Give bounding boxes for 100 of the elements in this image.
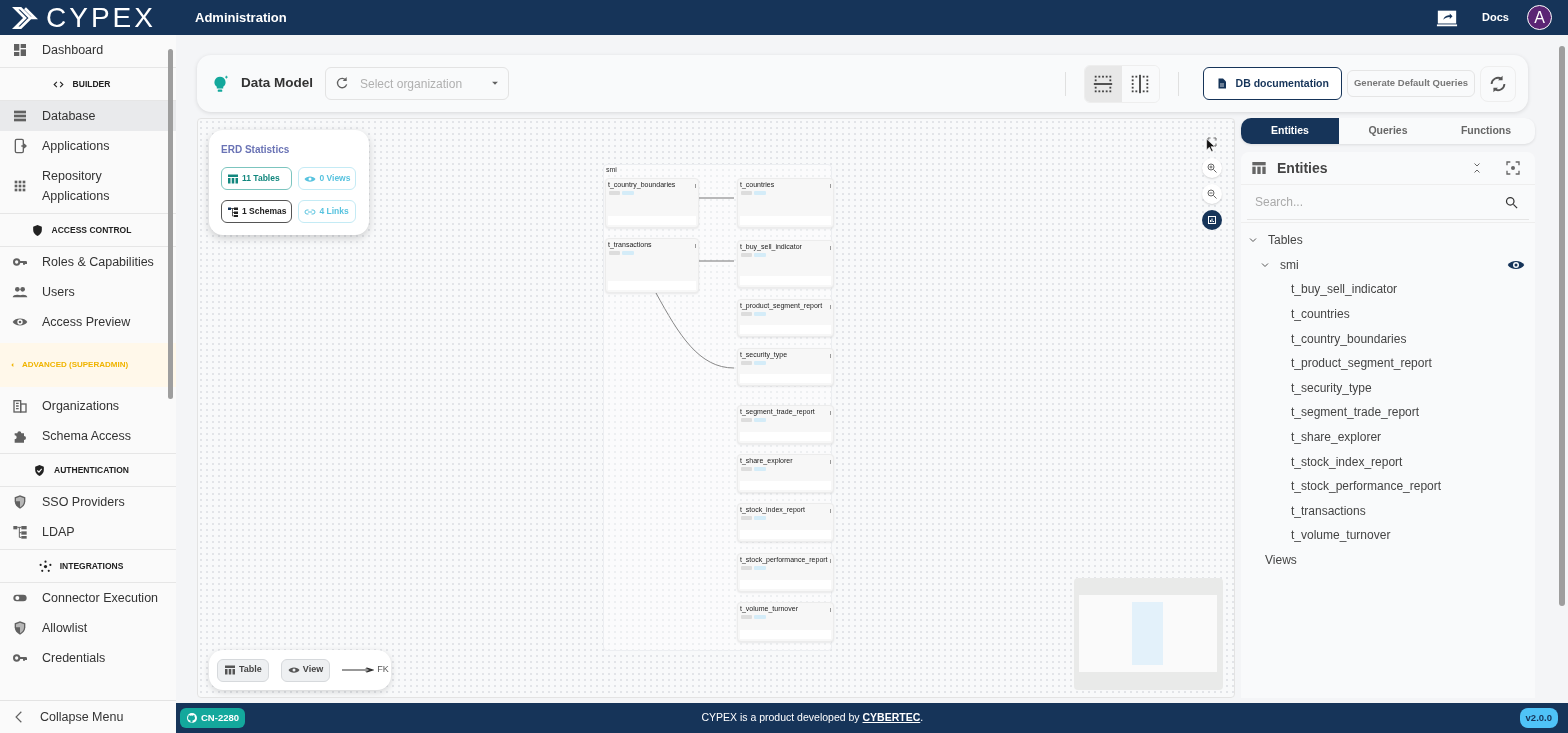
legend-item: View xyxy=(280,658,331,682)
database-icon xyxy=(12,108,28,124)
canvas-control-button[interactable] xyxy=(1202,210,1222,230)
tag-badge xyxy=(754,467,766,471)
tree-item[interactable]: Tables xyxy=(1268,231,1535,250)
user-avatar[interactable]: A xyxy=(1527,5,1552,30)
minimap[interactable] xyxy=(1074,578,1223,690)
stat-badge: 11 Tables xyxy=(221,167,293,190)
sidebar-item[interactable]: Allowlist xyxy=(0,613,176,643)
tree-item[interactable]: Views xyxy=(1265,551,1535,569)
legend-item: Table xyxy=(217,658,269,682)
footer-text: CYPEX is a product developed by CYBERTEC. xyxy=(700,710,925,726)
logo-text: CYPEX xyxy=(46,3,156,32)
tree-item[interactable]: t_segment_trade_report xyxy=(1291,403,1535,422)
tag-badge xyxy=(754,361,766,365)
sidebar-item[interactable]: Organizations xyxy=(0,391,176,421)
tag-badge xyxy=(754,418,766,422)
search-icon[interactable] xyxy=(1504,195,1519,210)
chart-icon xyxy=(1206,214,1218,226)
tree-item[interactable]: t_stock_index_report xyxy=(1291,452,1535,471)
tag-badge xyxy=(622,251,634,255)
sidebar-item[interactable]: Access Preview xyxy=(0,307,176,337)
sidebar-item[interactable]: Database xyxy=(0,101,176,131)
users-icon xyxy=(12,284,28,300)
version-badge: v2.0.0 xyxy=(1519,708,1558,728)
shield-icon xyxy=(12,620,28,636)
section-heading: AUTHENTICATION xyxy=(54,463,129,477)
sidebar-item[interactable]: Repository Applications xyxy=(0,161,176,211)
card-title: ERD Statistics xyxy=(221,143,291,157)
sidebar-item[interactable]: LDAP xyxy=(0,517,176,547)
sidebar-item[interactable]: Credentials xyxy=(0,643,176,673)
tree-item[interactable]: t_security_type xyxy=(1291,378,1535,397)
tree-item[interactable]: t_volume_turnover xyxy=(1291,526,1535,545)
table-icon xyxy=(1251,160,1267,176)
grid-icon xyxy=(12,178,28,194)
toolbar-title: Data Model xyxy=(241,74,313,93)
cursor-icon xyxy=(1205,136,1218,154)
eye-icon xyxy=(287,664,300,676)
tree-icon xyxy=(227,205,239,218)
legend-label: FK xyxy=(377,663,389,677)
organization-select[interactable]: Select organization xyxy=(325,67,509,100)
tree-item[interactable]: t_buy_sell_indicator xyxy=(1291,280,1535,299)
zoom-in-icon xyxy=(1206,162,1218,174)
tag-badge xyxy=(622,191,634,195)
scrollbar-thumb[interactable] xyxy=(168,49,173,399)
scrollbar-thumb[interactable] xyxy=(1559,46,1565,606)
panel-tab[interactable]: Entities xyxy=(1241,118,1339,144)
panel-tab[interactable]: Functions xyxy=(1437,118,1535,144)
refresh-icon[interactable] xyxy=(334,75,350,91)
fit-view-icon xyxy=(1206,136,1218,148)
sidebar-item[interactable]: Dashboard xyxy=(0,35,176,65)
collapse-all-icon[interactable] xyxy=(1471,161,1483,175)
panel-tab[interactable]: Queries xyxy=(1339,118,1437,144)
tag-badge xyxy=(754,566,766,570)
sidebar-item[interactable]: Roles & Capabilities xyxy=(0,247,176,277)
tag-badge xyxy=(754,253,766,257)
sidebar-item[interactable]: Applications xyxy=(0,131,176,161)
shield-icon xyxy=(30,223,44,237)
table-icon xyxy=(224,664,236,676)
tree-item[interactable]: t_country_boundaries xyxy=(1291,329,1535,348)
sidebar-item[interactable]: Schema Access xyxy=(0,421,176,451)
tree-item[interactable]: smi xyxy=(1280,255,1507,274)
github-icon xyxy=(186,712,198,724)
tag-badge xyxy=(754,191,766,195)
zoom-out-icon xyxy=(1206,188,1218,200)
panel-title: Entities xyxy=(1277,158,1329,178)
tree-item[interactable]: t_product_segment_report xyxy=(1291,354,1535,373)
docs-link[interactable]: Docs xyxy=(1482,9,1509,26)
stat-badge: 0 Views xyxy=(298,167,357,190)
section-heading: BUILDER xyxy=(72,77,111,91)
sidebar-item[interactable]: SSO Providers xyxy=(0,487,176,517)
section-heading: ACCESS CONTROL xyxy=(51,223,132,237)
tag-badge xyxy=(754,615,766,619)
shield-icon xyxy=(12,494,28,510)
tag-badge xyxy=(754,516,766,520)
db-documentation-button[interactable]: DB documentation xyxy=(1202,67,1342,100)
sidebar-item[interactable]: Users xyxy=(0,277,176,307)
focus-icon[interactable] xyxy=(1505,160,1521,176)
shield-check-icon xyxy=(33,463,47,477)
dashboard-icon xyxy=(12,42,28,58)
sync-button[interactable] xyxy=(1480,65,1516,102)
layout-toggle[interactable] xyxy=(1084,65,1122,102)
tree-item[interactable]: t_countries xyxy=(1291,305,1535,324)
page-title: Administration xyxy=(195,8,287,27)
tree-item[interactable]: t_share_explorer xyxy=(1291,428,1535,447)
table-icon xyxy=(227,172,239,185)
tree-item[interactable]: t_stock_performance_report xyxy=(1291,477,1535,496)
tree-item[interactable]: t_transactions xyxy=(1291,501,1535,520)
sidebar-item[interactable]: Connector Execution xyxy=(0,583,176,613)
generate-queries-button[interactable]: Generate Default Queries xyxy=(1346,70,1475,97)
building-icon xyxy=(12,398,28,414)
tree-icon xyxy=(12,524,28,540)
search-field[interactable]: Search... xyxy=(1247,185,1529,220)
puzzle-icon xyxy=(12,428,28,444)
logo-icon xyxy=(12,4,38,31)
section-heading: ADVANCED (SUPERADMIN) xyxy=(22,359,129,371)
stat-badge: 1 Schemas xyxy=(221,200,293,223)
section-heading: INTEGRATIONS xyxy=(59,559,124,573)
network-icon xyxy=(38,559,52,573)
app-icon xyxy=(12,138,28,154)
